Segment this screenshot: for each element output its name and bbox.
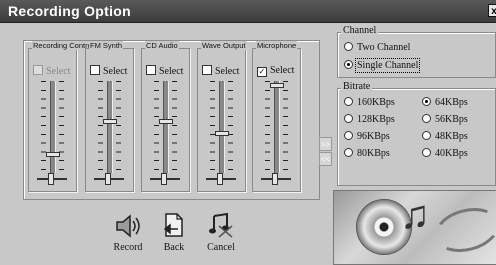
scale-ticks [154,81,159,173]
scale-ticks [98,81,103,173]
balance-slider[interactable] [150,173,180,185]
back-label: Back [163,242,185,253]
volume-track [50,81,56,173]
record-button[interactable]: Record [108,214,148,253]
radio-circle-icon [422,114,431,123]
bitrate-group-label: Bitrate [341,81,373,92]
scale-ticks [210,81,215,173]
select-label: Select [215,66,240,77]
select-checkbox[interactable]: Select [33,65,70,77]
radio-bitrate-option[interactable]: 64KBps [422,97,468,108]
select-checkbox[interactable]: Select [202,65,239,77]
scale-ticks [283,81,288,173]
radio-circle-selected-icon [344,60,353,69]
window-title: Recording Option [8,3,132,19]
radio-bitrate-option[interactable]: 56KBps [422,114,468,125]
select-label: Select [270,65,295,76]
scale-ticks [228,81,233,173]
record-label: Record [113,242,143,253]
volume-track [107,81,113,173]
radio-circle-icon [422,97,431,106]
radio-bitrate-option[interactable]: 160KBps [344,97,395,108]
checkbox-box-icon: ✓ [257,67,267,77]
radio-two-channel[interactable]: Two Channel [344,42,410,53]
bitrate-group: Bitrate 160KBps 64KBps 128KBps 56KBps 96KBps… [337,81,496,186]
balance-slider[interactable] [261,173,291,185]
radio-single-channel[interactable]: Single Channel [344,58,421,73]
checkbox-box-icon [202,65,212,75]
mixer-strip: Wave Output Select [197,41,247,192]
radio-circle-icon [422,131,431,140]
radio-bitrate-option[interactable]: 128KBps [344,114,395,125]
radio-bitrate-option[interactable]: 40KBps [422,148,468,159]
channel-group-label: Channel [341,25,379,36]
balance-slider-thumb[interactable] [161,173,167,185]
speaker-icon [116,214,140,238]
radio-circle-icon [344,131,353,140]
volume-track [219,81,225,173]
balance-slider[interactable] [94,173,124,185]
music-notes-icon: ♫ [400,192,430,237]
balance-slider[interactable] [37,173,67,185]
mixer-strip: FM Synth Select [85,41,134,192]
select-label: Select [46,66,71,77]
scale-ticks [116,81,121,173]
select-checkbox[interactable]: Select [146,65,183,77]
channel-group: Channel Two Channel Single Channel [337,25,496,78]
volume-track [274,81,280,173]
select-label: Select [159,66,184,77]
radio-circle-icon [344,114,353,123]
back-button[interactable]: Back [157,212,191,253]
balance-slider[interactable] [206,173,236,185]
mixer-strip: Recording Control Select [28,41,95,192]
balance-slider-thumb[interactable] [105,173,111,185]
scale-ticks [172,81,177,173]
balance-slider-thumb[interactable] [272,173,278,185]
strip-label: CD Audio [145,41,179,50]
radio-bitrate-option[interactable]: 96KBps [344,131,390,142]
volume-slider-thumb[interactable] [46,152,60,158]
radio-circle-icon [344,148,353,157]
balance-slider-thumb[interactable] [48,173,54,185]
swirl-decoration [429,201,496,259]
cancel-label: Cancel [207,242,235,253]
close-button[interactable]: x [488,4,496,17]
cancel-button[interactable]: Cancel [203,212,239,253]
expand-arrow-button[interactable]: >> [319,137,332,151]
select-checkbox[interactable]: ✓ Select [257,65,294,77]
music-artwork: ♫ [333,190,496,265]
scale-ticks [41,81,46,173]
radio-circle-icon [344,97,353,106]
title-bar: Recording Option x [0,0,496,23]
checkbox-box-icon [33,65,43,75]
radio-bitrate-option[interactable]: 80KBps [344,148,390,159]
volume-slider-thumb[interactable] [270,82,284,88]
checkbox-box-icon [90,65,100,75]
volume-slider-thumb[interactable] [159,119,173,125]
scale-ticks [265,81,270,173]
radio-circle-icon [422,148,431,157]
strip-label: Wave Output [201,41,247,50]
volume-slider-thumb[interactable] [103,119,117,125]
radio-bitrate-option[interactable]: 48KBps [422,131,468,142]
checkbox-box-icon [146,65,156,75]
mixer-strip: CD Audio Select [141,41,190,192]
balance-slider-thumb[interactable] [217,173,223,185]
volume-slider-thumb[interactable] [215,130,229,136]
scale-ticks [59,81,64,173]
select-checkbox[interactable]: Select [90,65,127,77]
strip-label: FM Synth [89,41,124,50]
volume-track [163,81,169,173]
mixer-strip: Microphone ✓ Select [252,41,301,192]
collapse-arrow-button[interactable]: << [319,152,332,166]
music-note-cancel-icon [209,212,233,238]
strip-label: Microphone [256,41,298,50]
select-label: Select [103,66,128,77]
document-back-icon [163,213,183,237]
radio-circle-icon [344,42,353,51]
